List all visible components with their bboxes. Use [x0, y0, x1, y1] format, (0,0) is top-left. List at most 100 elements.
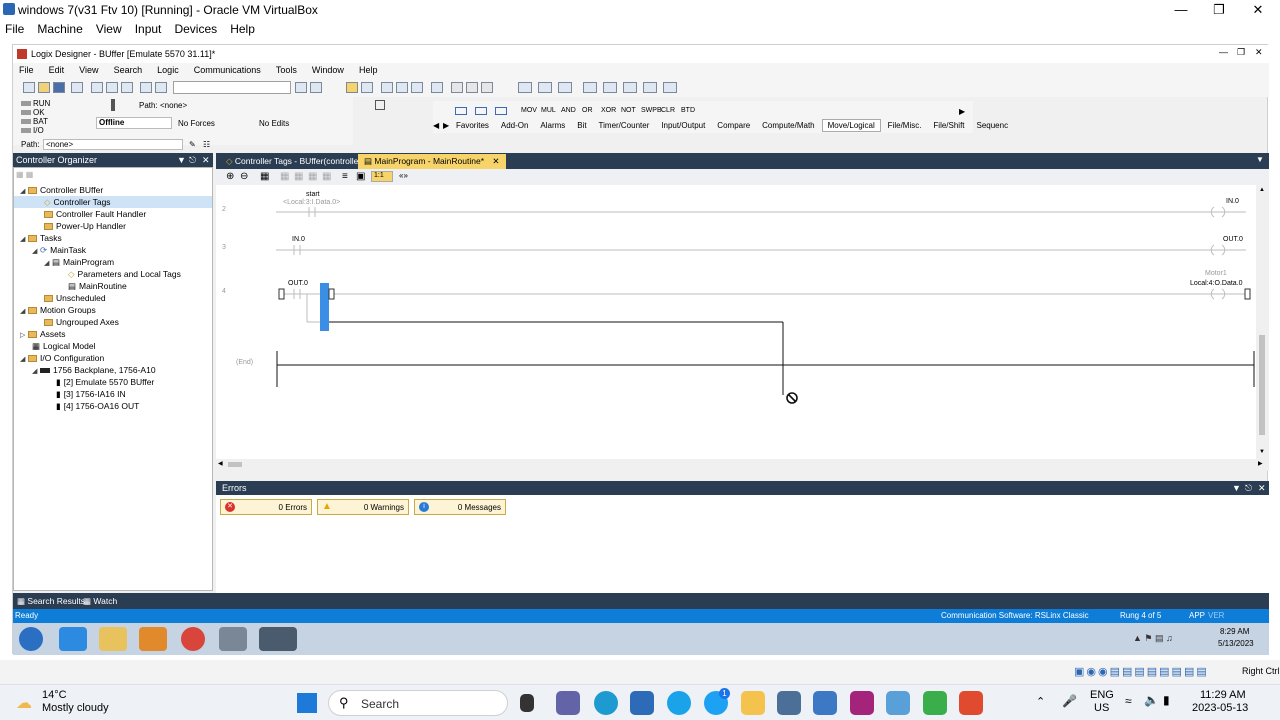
- tree-node-controller-tags[interactable]: ◇ Controller Tags: [14, 196, 212, 208]
- logix-restore-icon[interactable]: ❐: [1237, 47, 1245, 58]
- rung-button[interactable]: [455, 107, 467, 115]
- go-online-icon[interactable]: ✎: [189, 140, 196, 149]
- tree-node-parameters[interactable]: ◇ Parameters and Local Tags: [68, 268, 181, 280]
- save-icon[interactable]: [53, 82, 65, 93]
- microphone-icon[interactable]: 🎤: [1062, 694, 1077, 708]
- ie-icon[interactable]: [59, 627, 87, 651]
- tree-node-motion-groups[interactable]: ◢ Motion Groups: [20, 304, 96, 316]
- instr-mov[interactable]: MOV: [521, 107, 537, 114]
- tree-node-slot4[interactable]: ▮ [4] 1756-OA16 OUT: [56, 400, 139, 412]
- pdf-app-icon[interactable]: [850, 691, 874, 715]
- logix-menu-tools[interactable]: Tools: [270, 63, 303, 77]
- instr-not[interactable]: NOT: [621, 107, 636, 114]
- collapse-icon[interactable]: ◢: [32, 366, 40, 378]
- edit-icon[interactable]: [431, 82, 443, 93]
- navigate-icon[interactable]: «»: [399, 171, 408, 180]
- logix-menu-edit[interactable]: Edit: [43, 63, 71, 77]
- xic-icon[interactable]: [583, 82, 597, 93]
- recorder-icon[interactable]: [959, 691, 983, 715]
- errors-menu-icon[interactable]: ▼: [1232, 483, 1241, 493]
- virtualbox-vm-icon[interactable]: [813, 691, 837, 715]
- tree-node-logical-model[interactable]: ▦ Logical Model: [32, 340, 95, 352]
- instr-swpb[interactable]: SWPB: [641, 107, 662, 114]
- wifi-icon[interactable]: ≈: [1125, 694, 1132, 708]
- ladder-view-icon[interactable]: ≡: [342, 171, 348, 182]
- organizer-pin-icon[interactable]: ⎋: [189, 155, 196, 166]
- tree-node-powerup-handler[interactable]: Power-Up Handler: [44, 220, 126, 232]
- tree-node-mainprogram[interactable]: ◢ ▤ MainProgram: [44, 256, 114, 268]
- zoom-in-icon[interactable]: ⊕: [226, 171, 234, 182]
- tree-node-assets[interactable]: ▷ Assets: [20, 328, 66, 340]
- vbox-menu-devices[interactable]: Devices: [169, 20, 222, 38]
- tray-overflow-icon[interactable]: ⌃: [1036, 695, 1045, 708]
- scroll-left-icon[interactable]: ◀: [218, 460, 223, 467]
- tree-node-slot3[interactable]: ▮ [3] 1756-IA16 IN: [56, 388, 126, 400]
- bookmark-clear-icon[interactable]: ▦: [322, 171, 331, 182]
- logix-menu-logic[interactable]: Logic: [151, 63, 185, 77]
- vbox-menu-view[interactable]: View: [91, 20, 127, 38]
- network-icon[interactable]: [375, 100, 385, 110]
- palette-more-icon[interactable]: ▶: [959, 107, 965, 116]
- logix-menu-communications[interactable]: Communications: [188, 63, 267, 77]
- path-bar-value[interactable]: <none>: [43, 139, 183, 150]
- vbox-status-icons[interactable]: ▣◉◉▤▤▤▤▤▤▤▤: [1074, 665, 1209, 678]
- find-next-icon[interactable]: [310, 82, 322, 93]
- tab-close-icon[interactable]: ✕: [492, 156, 499, 166]
- virtualbox-icon[interactable]: [777, 691, 801, 715]
- errors-filter-button[interactable]: ✕ 0 Errors: [220, 499, 312, 515]
- tree-node-backplane[interactable]: ◢ 1756 Backplane, 1756-A10: [32, 364, 156, 376]
- online-icon[interactable]: [381, 82, 393, 93]
- tray-icons[interactable]: ▲ ⚑ ▤ ♫: [1133, 633, 1173, 644]
- host-clock-date[interactable]: 2023-05-13: [1192, 702, 1248, 714]
- tab-list-icon[interactable]: ▼: [1256, 155, 1264, 164]
- rung-4-contact-tag[interactable]: OUT.0: [288, 280, 308, 287]
- rung-3-coil-tag[interactable]: OUT.0: [1223, 236, 1243, 243]
- vbox-menu-file[interactable]: File: [0, 20, 29, 38]
- tree-node-slot2[interactable]: ▮ [2] Emulate 5570 BUffer: [56, 376, 154, 388]
- accept-edit-icon[interactable]: [466, 82, 478, 93]
- skype-icon[interactable]: [667, 691, 691, 715]
- properties-icon[interactable]: ▦: [260, 171, 269, 182]
- collapse-icon[interactable]: ◢: [20, 306, 28, 318]
- logix-designer-taskbar-icon[interactable]: [259, 627, 297, 651]
- upload-icon[interactable]: [411, 82, 423, 93]
- download-icon[interactable]: [396, 82, 408, 93]
- itab-input-output[interactable]: Input/Output: [656, 120, 710, 131]
- ote-icon[interactable]: [623, 82, 637, 93]
- tree-node-maintask[interactable]: ◢ ⟳ MainTask: [32, 244, 86, 256]
- collapse-icon[interactable]: ◢: [44, 258, 52, 270]
- camtasia-icon[interactable]: [923, 691, 947, 715]
- tree-node-unscheduled[interactable]: Unscheduled: [44, 292, 106, 304]
- minimize-icon[interactable]: —: [1166, 2, 1196, 17]
- rung-2-contact-tag[interactable]: start: [306, 191, 320, 198]
- instr-and[interactable]: AND: [561, 107, 576, 114]
- organizer-close-icon[interactable]: ✕: [202, 155, 210, 166]
- logix-minimize-icon[interactable]: —: [1219, 47, 1228, 57]
- bookmark-next-icon[interactable]: ▦: [294, 171, 303, 182]
- instr-btd[interactable]: BTD: [681, 107, 695, 114]
- itab-file-shift[interactable]: File/Shift: [928, 120, 969, 131]
- palette-scroll-left-icon[interactable]: ◀: [433, 121, 439, 130]
- volume-icon[interactable]: 🔈: [1144, 693, 1159, 707]
- ladder-horizontal-scrollbar[interactable]: ◀ ▶: [216, 459, 1269, 471]
- verify-icon[interactable]: [346, 82, 358, 93]
- host-clock-time[interactable]: 11:29 AM: [1200, 689, 1246, 701]
- instr-mul[interactable]: MUL: [541, 107, 556, 114]
- ladder-wrap-icon[interactable]: ▣: [356, 171, 365, 182]
- open-file-icon[interactable]: [38, 82, 50, 93]
- explorer-icon[interactable]: [99, 627, 127, 651]
- instr-xor[interactable]: XOR: [601, 107, 616, 114]
- errors-close-icon[interactable]: ✕: [1258, 483, 1266, 494]
- itab-compare[interactable]: Compare: [712, 120, 755, 131]
- print-icon[interactable]: [71, 82, 83, 93]
- rung-4-coil-tag[interactable]: Local:4:O.Data.0: [1190, 280, 1243, 287]
- restore-icon[interactable]: ❐: [1204, 2, 1234, 18]
- branch-level-button[interactable]: [495, 107, 507, 115]
- scroll-down-icon[interactable]: ▼: [1259, 449, 1265, 455]
- itab-timer-counter[interactable]: Timer/Counter: [594, 120, 655, 131]
- rung-2-coil-tag[interactable]: IN.0: [1226, 198, 1239, 205]
- tree-node-tasks[interactable]: ◢ Tasks: [20, 232, 62, 244]
- tree-node-ungrouped-axes[interactable]: Ungrouped Axes: [44, 316, 119, 328]
- itab-file-misc[interactable]: File/Misc.: [883, 120, 927, 131]
- expand-icon[interactable]: ▷: [20, 330, 28, 342]
